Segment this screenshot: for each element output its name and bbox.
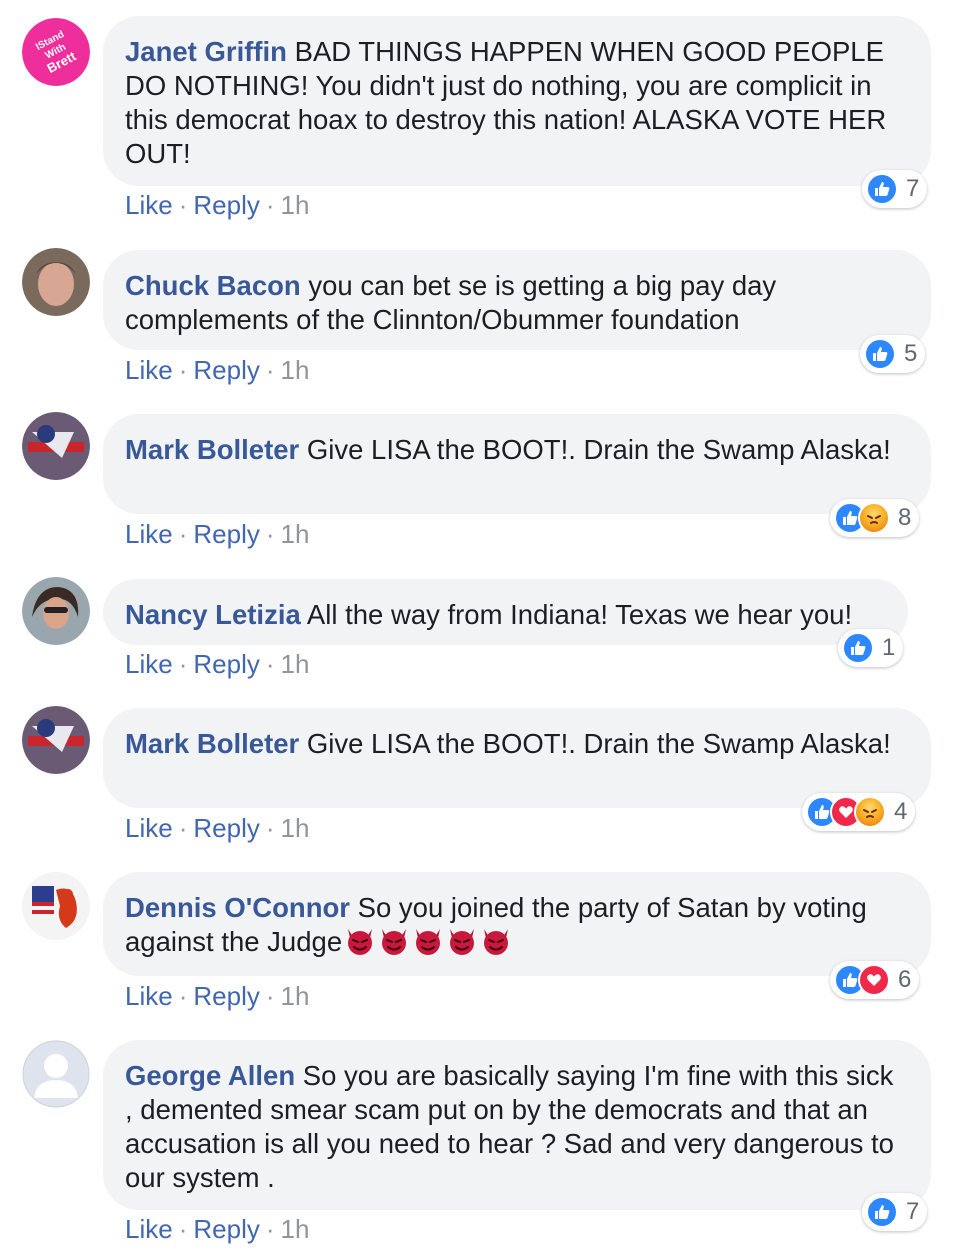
reply-link[interactable]: Reply <box>193 649 259 679</box>
like-link[interactable]: Like <box>125 190 173 220</box>
devil-emoji-group <box>342 926 512 957</box>
like-reaction-icon <box>866 173 898 205</box>
smiling-face-with-horns-icon <box>450 929 475 955</box>
reaction-count: 8 <box>898 504 912 531</box>
comment-bubble: George Allen So you are basically saying… <box>103 1040 931 1210</box>
smiling-face-with-horns-icon <box>484 929 509 955</box>
timestamp[interactable]: 1h <box>281 355 310 385</box>
comment-bubble: Dennis O'Connor So you joined the party … <box>103 872 931 976</box>
reaction-summary[interactable]: 8 <box>830 499 920 537</box>
smiling-face-with-horns-icon <box>348 929 373 955</box>
comment-actions: Like · Reply · 1h <box>125 1214 310 1244</box>
avatar[interactable] <box>22 1040 90 1108</box>
reaction-count: 7 <box>906 175 920 202</box>
comment-author[interactable]: Janet Griffin <box>125 36 287 67</box>
like-reaction-icon <box>842 632 874 664</box>
avatar[interactable] <box>22 872 90 940</box>
reaction-summary[interactable]: 7 <box>862 170 928 208</box>
reply-link[interactable]: Reply <box>193 1214 259 1244</box>
like-reaction-icon <box>864 338 896 370</box>
comment-actions: Like · Reply · 1h <box>125 190 310 220</box>
reaction-count: 6 <box>898 966 912 993</box>
avatar[interactable] <box>22 577 90 645</box>
comment-text: Give LISA the BOOT!. Drain the Swamp Ala… <box>299 728 891 759</box>
smiling-face-with-horns-icon <box>382 929 407 955</box>
comment-actions: Like · Reply · 1h <box>125 649 310 679</box>
comment-actions: Like · Reply · 1h <box>125 355 310 385</box>
angry-reaction-icon <box>858 502 890 534</box>
reaction-count: 1 <box>882 634 896 661</box>
reaction-summary[interactable]: 7 <box>862 1193 928 1231</box>
reaction-count: 7 <box>906 1198 920 1225</box>
comment-text: All the way from Indiana! Texas we hear … <box>300 599 853 630</box>
timestamp[interactable]: 1h <box>281 519 310 549</box>
smiling-face-with-horns-icon <box>416 929 441 955</box>
like-link[interactable]: Like <box>125 1214 173 1244</box>
comment-actions: Like · Reply · 1h <box>125 813 310 843</box>
reply-link[interactable]: Reply <box>193 190 259 220</box>
comment-bubble: Chuck Bacon you can bet se is getting a … <box>103 250 931 350</box>
comment-bubble: Janet Griffin BAD THINGS HAPPEN WHEN GOO… <box>103 16 931 186</box>
comment-author[interactable]: Dennis O'Connor <box>125 892 350 923</box>
timestamp[interactable]: 1h <box>281 649 310 679</box>
avatar[interactable] <box>22 706 90 774</box>
like-link[interactable]: Like <box>125 519 173 549</box>
reply-link[interactable]: Reply <box>193 981 259 1011</box>
comment-actions: Like · Reply · 1h <box>125 981 310 1011</box>
comment-author[interactable]: Mark Bolleter <box>125 434 299 465</box>
reply-link[interactable]: Reply <box>193 813 259 843</box>
reaction-summary[interactable]: 6 <box>830 961 920 999</box>
reply-link[interactable]: Reply <box>193 519 259 549</box>
love-reaction-icon <box>858 964 890 996</box>
comment-author[interactable]: George Allen <box>125 1060 295 1091</box>
comment-actions: Like · Reply · 1h <box>125 519 310 549</box>
timestamp[interactable]: 1h <box>281 981 310 1011</box>
reply-link[interactable]: Reply <box>193 355 259 385</box>
comment-bubble: Nancy Letizia All the way from Indiana! … <box>103 579 908 645</box>
like-link[interactable]: Like <box>125 981 173 1011</box>
reaction-summary[interactable]: 5 <box>860 335 926 373</box>
reaction-count: 5 <box>904 340 918 367</box>
like-link[interactable]: Like <box>125 355 173 385</box>
reaction-count: 4 <box>894 798 908 825</box>
comment-author[interactable]: Chuck Bacon <box>125 270 301 301</box>
like-reaction-icon <box>866 1196 898 1228</box>
reaction-summary[interactable]: 4 <box>802 793 916 831</box>
avatar[interactable] <box>22 412 90 480</box>
timestamp[interactable]: 1h <box>281 1214 310 1244</box>
avatar[interactable]: IStand With Brett <box>22 18 90 86</box>
comment-author[interactable]: Mark Bolleter <box>125 728 299 759</box>
comment-bubble: Mark Bolleter Give LISA the BOOT!. Drain… <box>103 414 931 514</box>
timestamp[interactable]: 1h <box>281 813 310 843</box>
timestamp[interactable]: 1h <box>281 190 310 220</box>
comment-author[interactable]: Nancy Letizia <box>125 599 301 630</box>
comment-text: Give LISA the BOOT!. Drain the Swamp Ala… <box>299 434 891 465</box>
like-link[interactable]: Like <box>125 649 173 679</box>
reaction-summary[interactable]: 1 <box>838 629 904 667</box>
comment-bubble: Mark Bolleter Give LISA the BOOT!. Drain… <box>103 708 931 808</box>
avatar[interactable] <box>22 248 90 316</box>
angry-reaction-icon <box>854 796 886 828</box>
like-link[interactable]: Like <box>125 813 173 843</box>
